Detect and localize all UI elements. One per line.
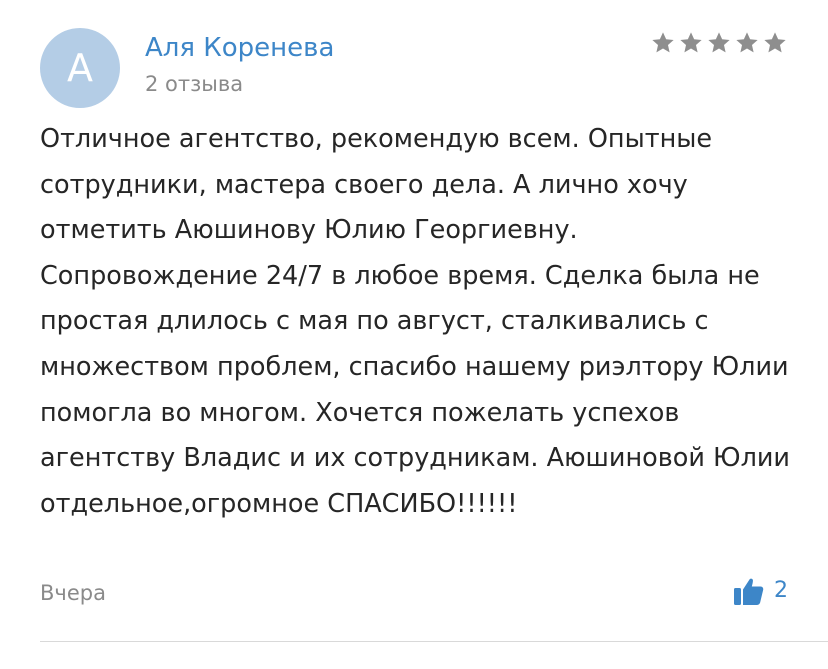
- avatar[interactable]: А: [40, 28, 120, 108]
- divider: [40, 641, 828, 642]
- star-icon: [708, 32, 730, 53]
- review-card: А Аля Коренева 2 отзыва Отличное агентст…: [0, 0, 828, 669]
- like-count: 2: [774, 578, 788, 603]
- star-icon: [736, 32, 758, 53]
- star-icon: [680, 32, 702, 53]
- star-icon: [764, 32, 786, 53]
- thumbs-up-icon[interactable]: [732, 574, 766, 608]
- author-name[interactable]: Аля Коренева: [145, 31, 334, 65]
- like-button[interactable]: 2: [732, 574, 788, 608]
- author-reviews-count: 2 отзыва: [145, 72, 244, 96]
- star-icon: [652, 32, 674, 53]
- review-date: Вчера: [40, 581, 106, 605]
- rating-stars: [650, 30, 788, 56]
- avatar-letter: А: [67, 46, 93, 90]
- review-text: Отличное агентство, рекомендую всем. Опы…: [40, 124, 791, 519]
